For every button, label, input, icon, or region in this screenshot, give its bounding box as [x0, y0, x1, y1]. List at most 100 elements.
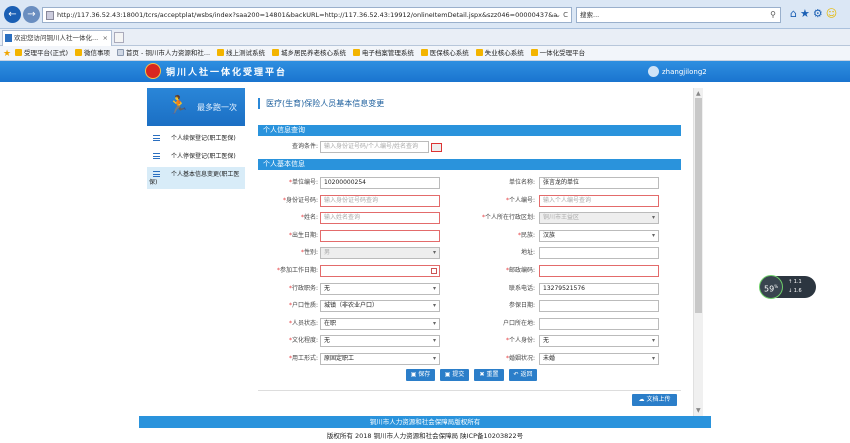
field-label: *邮政编码: — [505, 267, 535, 274]
browser-toolbar: ← → http://117.36.52.43:18001/tcrs/accep… — [0, 0, 850, 29]
main-panel: 医疗(生育)保险人员基本信息变更 个人信息查询 查询条件: 输入身份证号码/个人… — [258, 92, 681, 409]
folder-icon — [420, 49, 428, 56]
tab-favicon — [5, 34, 12, 42]
close-icon[interactable]: × — [103, 31, 108, 46]
smiley-icon[interactable]: ☺ — [826, 7, 840, 20]
scrollbar[interactable]: ▲ ▼ — [693, 88, 703, 416]
scroll-up-icon[interactable]: ▲ — [696, 90, 701, 97]
network-speed-widget[interactable]: 59% ↑ 1.1 ↓ 1.6 — [759, 275, 816, 299]
scroll-down-icon[interactable]: ▼ — [696, 407, 701, 414]
form-field[interactable] — [539, 317, 659, 330]
form-field[interactable]: 13279521576 — [539, 282, 659, 295]
form-field[interactable]: 张言龙的单位 — [539, 177, 659, 189]
favorites-star-icon[interactable]: ★ — [3, 49, 11, 59]
form-field[interactable]: 无 ▾ — [539, 335, 659, 348]
favorite-link[interactable]: 受理平台(正式) — [15, 46, 68, 60]
folder-icon — [475, 49, 483, 56]
save-button[interactable]: ▣ 保存 — [406, 369, 435, 381]
home-icon[interactable]: ⌂ — [790, 7, 800, 20]
chevron-down-icon: ▾ — [432, 337, 436, 345]
favorite-link[interactable]: 医保核心系统 — [420, 46, 469, 60]
search-icon[interactable]: ⚲ — [770, 8, 776, 22]
address-bar[interactable]: http://117.36.52.43:18001/tcrs/acceptpla… — [42, 7, 572, 23]
chevron-down-icon: ▾ — [432, 355, 436, 362]
back-icon[interactable]: ← — [4, 6, 21, 23]
sidebar-item-stop[interactable]: 个人停保登记(职工医保) — [147, 153, 245, 161]
field-label: 联系电话: — [508, 284, 535, 292]
form-field[interactable] — [539, 265, 659, 277]
page-title: 医疗(生育)保险人员基本信息变更 — [258, 98, 384, 109]
form-field[interactable]: 未婚 ▾ — [539, 353, 659, 365]
form-field[interactable]: 无 ▾ — [320, 282, 440, 295]
field-label: *文化程度: — [288, 337, 318, 345]
field-label: *性别: — [300, 249, 318, 257]
favorite-link[interactable]: 一体化受理平台 — [530, 46, 585, 60]
app-header: 铜川人社一体化受理平台 zhangjilong2 — [0, 61, 850, 82]
scroll-thumb[interactable] — [695, 98, 702, 313]
form-field[interactable]: 输入个人编号查询 — [539, 194, 659, 207]
field-label: *行政职务: — [288, 284, 318, 292]
section-query-header: 个人信息查询 — [258, 125, 681, 136]
calendar-icon[interactable] — [431, 268, 437, 274]
new-tab-button[interactable] — [114, 32, 124, 43]
sidebar-item-renew[interactable]: 个人续保登记(职工医保) — [147, 135, 245, 143]
upload-button[interactable]: ☁ 文档上传 — [632, 394, 677, 406]
field-label: 地址: — [520, 249, 535, 257]
form-field[interactable]: 输入身份证号码查询 — [320, 194, 440, 207]
favorites-star-icon[interactable]: ★ — [800, 7, 813, 20]
favorite-link[interactable]: 城乡居民养老核心系统 — [271, 46, 346, 60]
submit-button[interactable]: ▣ 提交 — [440, 369, 469, 381]
sidebar-item-change[interactable]: 个人基本信息变更(职工医保) — [147, 167, 245, 189]
folder-icon — [271, 49, 279, 56]
favorites-bar: ★ 受理平台(正式) 微信事项 首页 - 铜川市人力资源和社... 线上测试系统… — [0, 46, 850, 61]
user-menu[interactable]: zhangjilong2 — [648, 66, 707, 77]
query-input[interactable]: 输入身份证号码/个人编号/姓名查询 — [320, 141, 429, 153]
favorite-link[interactable]: 线上测试系统 — [217, 46, 265, 60]
chevron-down-icon: ▾ — [651, 214, 655, 222]
forward-icon[interactable]: → — [23, 6, 40, 23]
form-field[interactable] — [320, 229, 440, 242]
form-field[interactable] — [539, 247, 659, 260]
reset-button[interactable]: ✖ 重置 — [474, 369, 504, 381]
action-buttons: ▣ 保存 ▣ 提交 ✖ 重置 ↶ 返回 — [406, 369, 537, 381]
chevron-down-icon: ▾ — [651, 231, 655, 239]
folder-icon — [530, 49, 538, 56]
browser-tab[interactable]: 欢迎您访问铜川人社一体化... × — [2, 30, 112, 46]
field-label: 参保日期: — [508, 302, 535, 310]
field-label: *身份证号码: — [282, 196, 318, 204]
form-field[interactable]: 城镇（非农业户口） ▾ — [320, 300, 440, 313]
search-input[interactable]: 搜索... ⚲ — [576, 7, 781, 23]
query-search-button[interactable] — [431, 143, 442, 152]
gear-icon[interactable]: ⚙ — [813, 7, 826, 20]
form-field[interactable]: 输入姓名查询 — [320, 212, 440, 225]
tab-title: 欢迎您访问铜川人社一体化... — [14, 34, 99, 42]
emblem-icon — [145, 63, 161, 79]
form-field[interactable]: 10200000254 — [320, 177, 440, 189]
favorite-link[interactable]: 失业核心系统 — [475, 46, 524, 60]
form-field[interactable]: 在职 ▾ — [320, 317, 440, 330]
folder-icon — [352, 49, 360, 56]
list-icon — [153, 171, 160, 177]
form-field[interactable]: 汉族 ▾ — [539, 229, 659, 242]
form-field[interactable] — [320, 265, 440, 277]
field-label: *用工形式: — [288, 355, 318, 362]
form-field[interactable]: 无 ▾ — [320, 335, 440, 348]
chevron-down-icon: ▾ — [651, 355, 655, 362]
favorite-link[interactable]: 微信事项 — [75, 46, 110, 60]
favorite-link[interactable]: 首页 - 铜川市人力资源和社... — [116, 46, 210, 60]
sidebar: 🏃 最多跑一次 个人续保登记(职工医保) 个人停保登记(职工医保) 个人基本信息… — [147, 88, 245, 190]
form-field[interactable]: 铜川市王益区 ▾ — [539, 212, 659, 225]
form-field[interactable] — [539, 300, 659, 313]
page-icon — [116, 49, 124, 56]
username: zhangjilong2 — [662, 68, 707, 76]
field-label: *参加工作日期: — [276, 267, 318, 274]
chevron-down-icon: ▾ — [432, 284, 436, 292]
list-icon — [153, 153, 160, 159]
query-label: 查询条件: — [291, 143, 318, 150]
form-field[interactable]: 男 ▾ — [320, 247, 440, 260]
back-button[interactable]: ↶ 返回 — [509, 369, 537, 381]
favorite-link[interactable]: 电子档案管理系统 — [352, 46, 414, 60]
running-person-icon: 🏃 — [167, 95, 190, 116]
form-field[interactable]: 原固定职工 ▾ — [320, 353, 440, 365]
refresh-icon[interactable]: ⌄ C — [555, 8, 568, 22]
